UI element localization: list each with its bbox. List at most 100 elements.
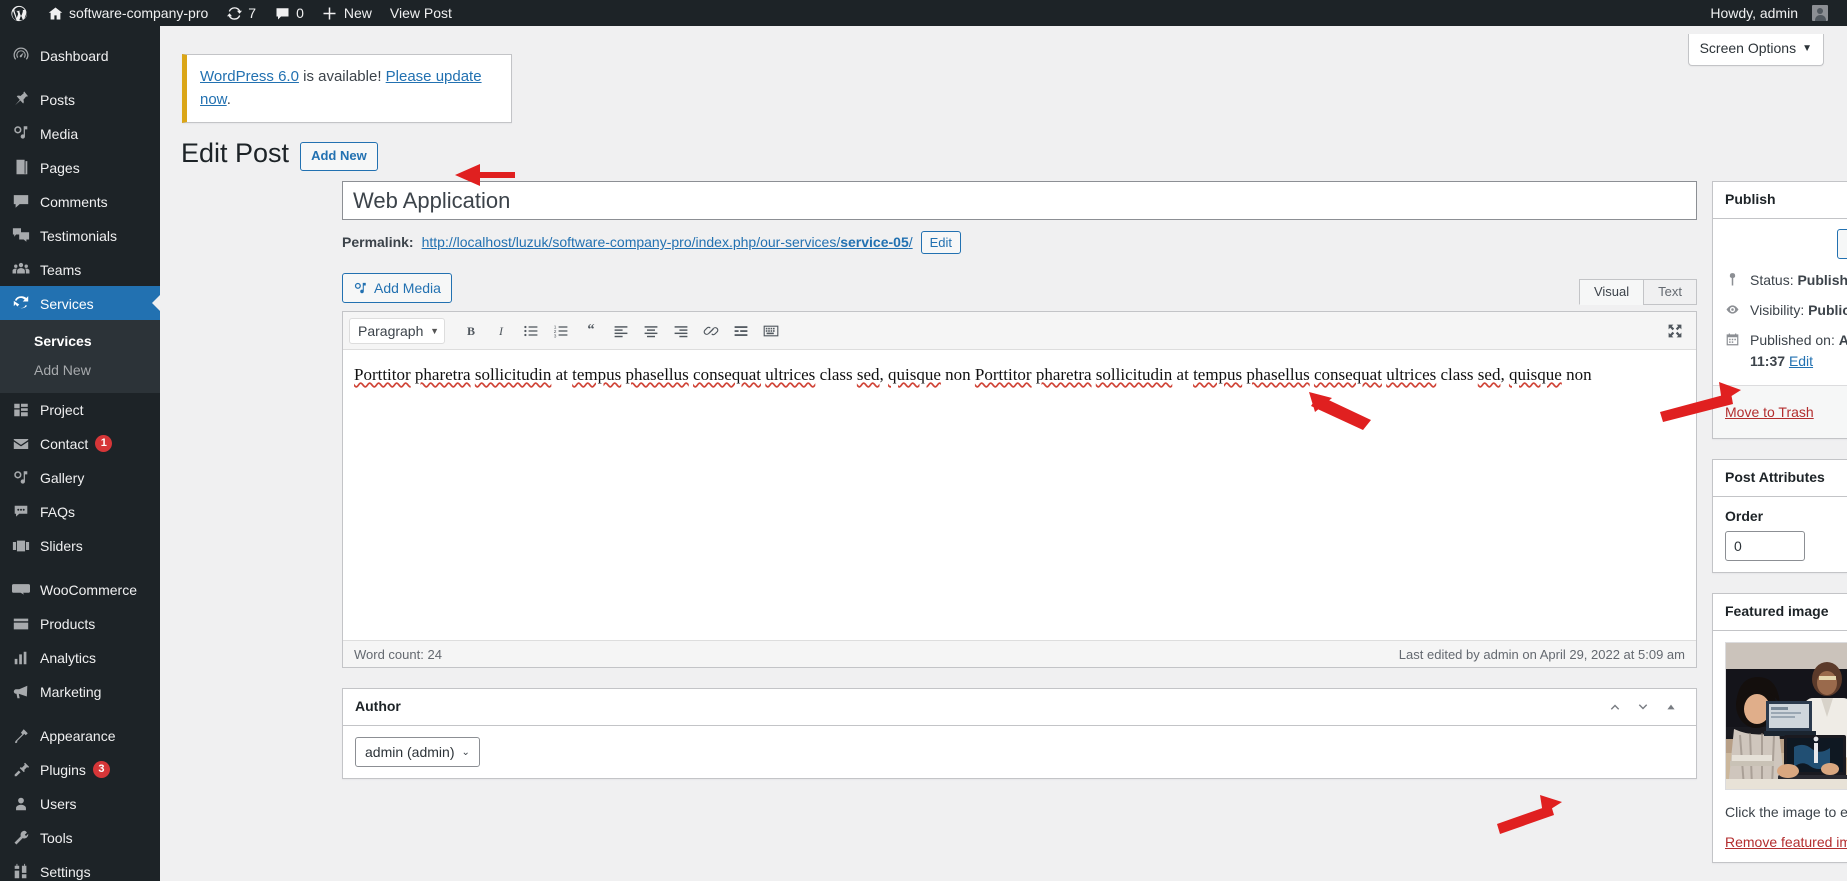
sidebar-item-teams[interactable]: Teams — [0, 252, 160, 286]
add-media-button[interactable]: Add Media — [342, 273, 452, 303]
word-count: Word count: 24 — [354, 646, 442, 662]
sidebar-item-products[interactable]: Products — [0, 607, 160, 641]
sidebar-item-comments[interactable]: Comments — [0, 184, 160, 218]
misspelled-word: Porttitor — [974, 365, 1032, 384]
bulleted-list-icon[interactable] — [516, 316, 546, 346]
sidebar-item-faqs[interactable]: FAQs — [0, 495, 160, 529]
read-more-icon[interactable] — [726, 316, 756, 346]
align-center-icon[interactable] — [636, 316, 666, 346]
move-up-icon[interactable] — [1602, 694, 1628, 720]
toggle-panel-icon[interactable] — [1658, 694, 1684, 720]
new-content-menu[interactable]: New — [313, 0, 381, 26]
sidebar-item-appearance[interactable]: Appearance — [0, 719, 160, 753]
post-attributes-heading: Post Attributes — [1725, 469, 1825, 486]
my-account-menu[interactable]: Howdy, admin — [1701, 0, 1837, 26]
sidebar-item-label: Posts — [40, 91, 76, 108]
misspelled-word: Porttitor — [354, 365, 411, 384]
sidebar-item-analytics[interactable]: Analytics — [0, 641, 160, 675]
edit-published-link[interactable]: Edit — [1789, 353, 1813, 369]
tab-text[interactable]: Text — [1643, 279, 1697, 305]
minor-publishing-actions: Preview Changes — [1713, 219, 1847, 263]
chevron-down-icon: ▼ — [430, 325, 439, 336]
submenu-item-add-new[interactable]: Add New — [0, 356, 160, 385]
screen-meta-links: Screen Options ▼ — [1687, 34, 1824, 66]
wordpress-logo-button[interactable] — [0, 0, 38, 26]
post-body-side-column: Publish Preview Changes — [1712, 181, 1847, 881]
sidebar-item-label: Sliders — [40, 538, 83, 555]
tab-visual[interactable]: Visual — [1578, 279, 1645, 305]
italic-icon[interactable]: I — [486, 316, 516, 346]
sidebar-item-dashboard[interactable]: Dashboard — [0, 38, 160, 72]
admin-sidebar-menu: Dashboard Posts Media Pages Comments Tes… — [0, 26, 160, 881]
numbered-list-icon[interactable]: 123 — [546, 316, 576, 346]
services-icon — [11, 293, 31, 313]
author-postbox-header[interactable]: Author — [343, 689, 1696, 726]
fullscreen-icon[interactable] — [1660, 316, 1690, 346]
updates-menu[interactable]: 7 — [217, 0, 265, 26]
sidebar-item-testimonials[interactable]: Testimonials — [0, 218, 160, 252]
comments-menu[interactable]: 0 — [265, 0, 313, 26]
preview-changes-button[interactable]: Preview Changes — [1837, 229, 1847, 259]
wordpress-version-link[interactable]: WordPress 6.0 — [200, 68, 299, 85]
screen-options-label: Screen Options — [1699, 40, 1797, 56]
align-left-icon[interactable] — [606, 316, 636, 346]
sidebar-item-project[interactable]: Project — [0, 393, 160, 427]
permalink-link[interactable]: http://localhost/luzuk/software-company-… — [422, 231, 913, 253]
sidebar-item-woocommerce[interactable]: WooCommerce — [0, 573, 160, 607]
sidebar-item-tools[interactable]: Tools — [0, 821, 160, 855]
toolbar-toggle-icon[interactable] — [756, 316, 786, 346]
status-value: Published — [1797, 272, 1847, 288]
publish-postbox-header[interactable]: Publish — [1713, 182, 1847, 219]
users-icon — [11, 794, 31, 814]
post-attributes-postbox: Post Attributes Order — [1712, 459, 1847, 573]
comment-bubble-icon — [274, 5, 290, 21]
edit-permalink-button[interactable]: Edit — [920, 231, 962, 254]
sidebar-item-label: Users — [40, 796, 77, 813]
remove-featured-image-link[interactable]: Remove featured image — [1725, 834, 1847, 850]
featured-image-header[interactable]: Featured image — [1713, 594, 1847, 631]
add-new-button[interactable]: Add New — [300, 141, 378, 172]
sidebar-item-gallery[interactable]: Gallery — [0, 461, 160, 495]
wordpress-logo-icon — [11, 5, 27, 21]
align-right-icon[interactable] — [666, 316, 696, 346]
order-input[interactable] — [1725, 531, 1805, 561]
author-select[interactable]: admin (admin) ⌄ — [355, 737, 480, 767]
sidebar-item-contact[interactable]: Contact 1 — [0, 427, 160, 461]
editor-content[interactable]: Porttitor pharetra sollicitudin at tempu… — [343, 350, 1696, 640]
update-notice: WordPress 6.0 is available! Please updat… — [182, 54, 512, 123]
blockquote-icon[interactable]: “ — [576, 316, 606, 346]
screen-options-button[interactable]: Screen Options ▼ — [1687, 34, 1824, 66]
featured-image-hint: Click the image to edit or update — [1725, 804, 1847, 820]
sidebar-item-marketing[interactable]: Marketing — [0, 675, 160, 709]
new-content-label: New — [343, 5, 372, 21]
sidebar-item-pages[interactable]: Pages — [0, 150, 160, 184]
avatar — [1812, 5, 1828, 21]
services-submenu: Services Add New — [0, 320, 160, 393]
post-title-input[interactable] — [342, 181, 1697, 220]
comments-count: 0 — [296, 5, 304, 21]
submenu-item-services[interactable]: Services — [0, 327, 160, 356]
sidebar-item-posts[interactable]: Posts — [0, 82, 160, 116]
chevron-down-icon: ▼ — [1802, 43, 1812, 54]
link-icon[interactable] — [696, 316, 726, 346]
view-post-link[interactable]: View Post — [381, 0, 461, 26]
author-handle-actions — [1602, 694, 1684, 720]
sidebar-item-media[interactable]: Media — [0, 116, 160, 150]
bold-icon[interactable]: B — [456, 316, 486, 346]
post-attributes-header[interactable]: Post Attributes — [1713, 460, 1847, 497]
sidebar-item-users[interactable]: Users — [0, 787, 160, 821]
published-on-row: Published on: Apr 19, 2022 at 11:37 Edit — [1713, 323, 1847, 374]
sidebar-item-label: Project — [40, 402, 84, 419]
sidebar-item-sliders[interactable]: Sliders — [0, 529, 160, 563]
sidebar-item-plugins[interactable]: Plugins 3 — [0, 753, 160, 787]
sidebar-item-settings[interactable]: Settings — [0, 855, 160, 881]
status-row: Status: Published Edit — [1713, 263, 1847, 293]
featured-image-thumbnail[interactable] — [1725, 642, 1847, 790]
move-down-icon[interactable] — [1630, 694, 1656, 720]
paragraph-format-select[interactable]: Paragraph ▼ — [349, 317, 445, 344]
sidebar-item-services[interactable]: Services — [0, 286, 160, 320]
sidebar-item-label: Teams — [40, 261, 82, 278]
site-name-menu[interactable]: software-company-pro — [38, 0, 217, 26]
featured-image-postbox: Featured image Click the image to e Remo… — [1712, 593, 1847, 863]
move-to-trash-link[interactable]: Move to Trash — [1725, 404, 1814, 420]
